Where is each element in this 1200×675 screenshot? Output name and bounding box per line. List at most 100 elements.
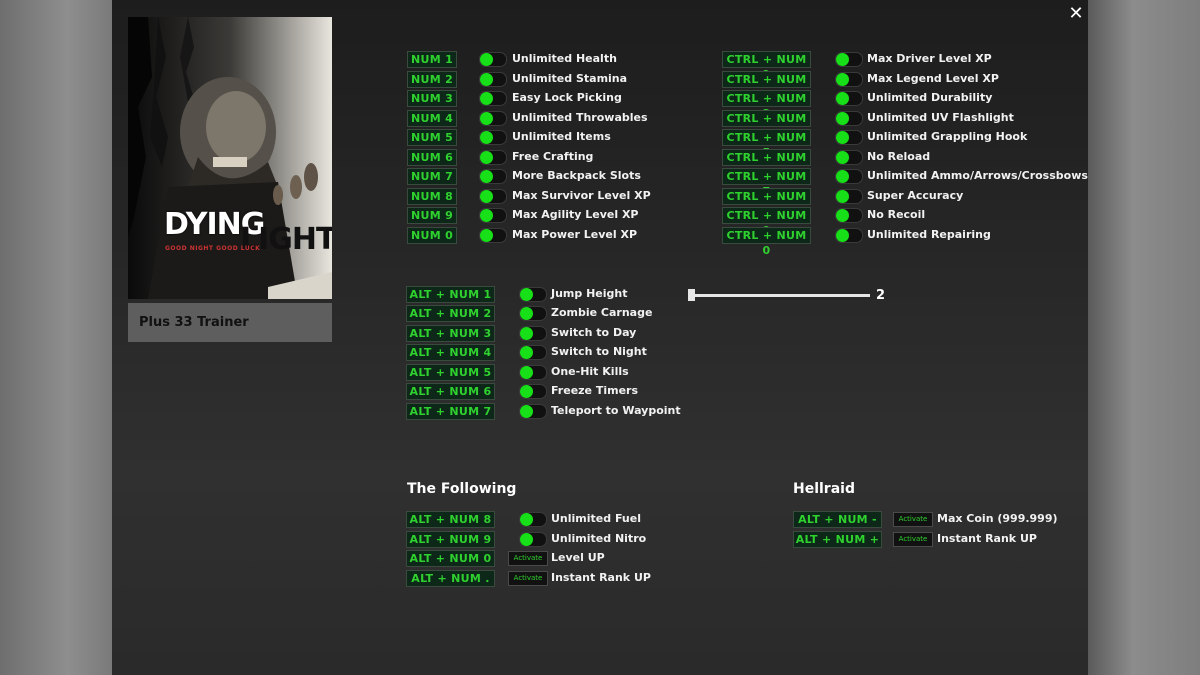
- hotkey-badge: NUM 1: [407, 51, 457, 68]
- hotkey-badge: ALT + NUM 4: [406, 344, 495, 361]
- hotkey-badge: NUM 4: [407, 110, 457, 127]
- toggle-switch[interactable]: [519, 404, 547, 419]
- cheat-label: Instant Rank UP: [937, 532, 1037, 545]
- cheat-label: Jump Height: [551, 287, 628, 300]
- toggle-switch[interactable]: [479, 169, 507, 184]
- toggle-switch[interactable]: [835, 52, 863, 67]
- toggle-switch[interactable]: [835, 72, 863, 87]
- toggle-switch[interactable]: [479, 111, 507, 126]
- background-left: [0, 0, 112, 675]
- toggle-switch[interactable]: [519, 365, 547, 380]
- jump-height-slider-track[interactable]: [692, 294, 870, 297]
- hotkey-badge: CTRL + NUM 2: [722, 71, 811, 101]
- section-title-hellraid: Hellraid: [793, 481, 855, 497]
- cheat-label: Teleport to Waypoint: [551, 404, 681, 417]
- trainer-title: Plus 33 Trainer: [128, 303, 332, 342]
- cheat-label: Switch to Night: [551, 345, 647, 358]
- toggle-switch[interactable]: [835, 228, 863, 243]
- toggle-switch[interactable]: [479, 228, 507, 243]
- cheat-label: Unlimited Durability: [867, 91, 993, 104]
- cheat-label: Free Crafting: [512, 150, 594, 163]
- toggle-switch[interactable]: [479, 150, 507, 165]
- toggle-switch[interactable]: [519, 345, 547, 360]
- cheat-label: Zombie Carnage: [551, 306, 653, 319]
- hotkey-badge: ALT + NUM +: [793, 531, 882, 548]
- hotkey-badge: ALT + NUM 5: [406, 364, 495, 381]
- toggle-switch[interactable]: [835, 189, 863, 204]
- toggle-switch[interactable]: [479, 52, 507, 67]
- hotkey-badge: ALT + NUM .: [406, 570, 495, 587]
- logo-tagline: GOOD NIGHT GOOD LUCK: [165, 245, 261, 252]
- toggle-switch[interactable]: [519, 306, 547, 321]
- cheat-label: Unlimited Nitro: [551, 532, 647, 545]
- hotkey-badge: NUM 9: [407, 207, 457, 224]
- toggle-switch[interactable]: [835, 91, 863, 106]
- section-title-following: The Following: [407, 481, 517, 497]
- toggle-switch[interactable]: [479, 91, 507, 106]
- game-cover-art: DYING LIGHT GOOD NIGHT GOOD LUCK: [128, 17, 332, 299]
- cheat-label: No Recoil: [867, 208, 926, 221]
- hotkey-badge: CTRL + NUM 9: [722, 207, 811, 237]
- toggle-switch[interactable]: [835, 111, 863, 126]
- toggle-switch[interactable]: [479, 189, 507, 204]
- toggle-switch[interactable]: [835, 169, 863, 184]
- cheat-label: Unlimited Items: [512, 130, 611, 143]
- toggle-switch[interactable]: [835, 130, 863, 145]
- toggle-switch[interactable]: [835, 150, 863, 165]
- hotkey-badge: NUM 0: [407, 227, 457, 244]
- hotkey-badge: CTRL + NUM 4: [722, 110, 811, 140]
- cheat-label: Unlimited Stamina: [512, 72, 628, 85]
- hotkey-badge: CTRL + NUM 8: [722, 188, 811, 218]
- toggle-switch[interactable]: [479, 130, 507, 145]
- cheat-label: Unlimited UV Flashlight: [867, 111, 1014, 124]
- cheat-label: Unlimited Grappling Hook: [867, 130, 1028, 143]
- hotkey-badge: CTRL + NUM 6: [722, 149, 811, 179]
- cheat-label: Instant Rank UP: [551, 571, 651, 584]
- cheat-label: Switch to Day: [551, 326, 637, 339]
- hotkey-badge: NUM 3: [407, 90, 457, 107]
- toggle-switch[interactable]: [519, 512, 547, 527]
- activate-button[interactable]: Activate: [893, 532, 933, 547]
- cheat-label: More Backpack Slots: [512, 169, 641, 182]
- hotkey-badge: ALT + NUM 1: [406, 286, 495, 303]
- jump-height-slider-thumb[interactable]: [688, 289, 695, 301]
- close-icon[interactable]: ✕: [1066, 4, 1086, 24]
- cheat-label: Freeze Timers: [551, 384, 639, 397]
- activate-button[interactable]: Activate: [508, 571, 548, 586]
- toggle-switch[interactable]: [519, 326, 547, 341]
- hotkey-badge: ALT + NUM 2: [406, 305, 495, 322]
- cheat-label: Max Survivor Level XP: [512, 189, 651, 202]
- cheat-label: Unlimited Health: [512, 52, 617, 65]
- jump-height-value: 2: [876, 288, 886, 303]
- cheat-label: Super Accuracy: [867, 189, 964, 202]
- cheat-label: No Reload: [867, 150, 931, 163]
- activate-button[interactable]: Activate: [893, 512, 933, 527]
- hotkey-badge: CTRL + NUM 5: [722, 129, 811, 159]
- hotkey-badge: ALT + NUM 0: [406, 550, 495, 567]
- hotkey-badge: NUM 2: [407, 71, 457, 88]
- hotkey-badge: NUM 8: [407, 188, 457, 205]
- hotkey-badge: ALT + NUM 8: [406, 511, 495, 528]
- cheat-label: Unlimited Ammo/Arrows/Crossbows: [867, 169, 1088, 182]
- cheat-label: Max Power Level XP: [512, 228, 638, 241]
- hotkey-badge: NUM 5: [407, 129, 457, 146]
- cheat-label: Max Coin (999.999): [937, 512, 1058, 525]
- toggle-switch[interactable]: [479, 72, 507, 87]
- cheat-label: Max Agility Level XP: [512, 208, 639, 221]
- cheat-label: Unlimited Throwables: [512, 111, 648, 124]
- hotkey-badge: NUM 6: [407, 149, 457, 166]
- toggle-switch[interactable]: [519, 532, 547, 547]
- toggle-switch[interactable]: [479, 208, 507, 223]
- toggle-switch[interactable]: [519, 384, 547, 399]
- cheat-label: Max Legend Level XP: [867, 72, 999, 85]
- hotkey-badge: ALT + NUM 9: [406, 531, 495, 548]
- cheat-label: One-Hit Kills: [551, 365, 629, 378]
- cheat-label: Easy Lock Picking: [512, 91, 622, 104]
- hotkey-badge: CTRL + NUM 7: [722, 168, 811, 198]
- toggle-switch[interactable]: [835, 208, 863, 223]
- background-right: [1088, 0, 1200, 675]
- cheat-label: Unlimited Repairing: [867, 228, 991, 241]
- toggle-switch[interactable]: [519, 287, 547, 302]
- hotkey-badge: CTRL + NUM 1: [722, 51, 811, 81]
- activate-button[interactable]: Activate: [508, 551, 548, 566]
